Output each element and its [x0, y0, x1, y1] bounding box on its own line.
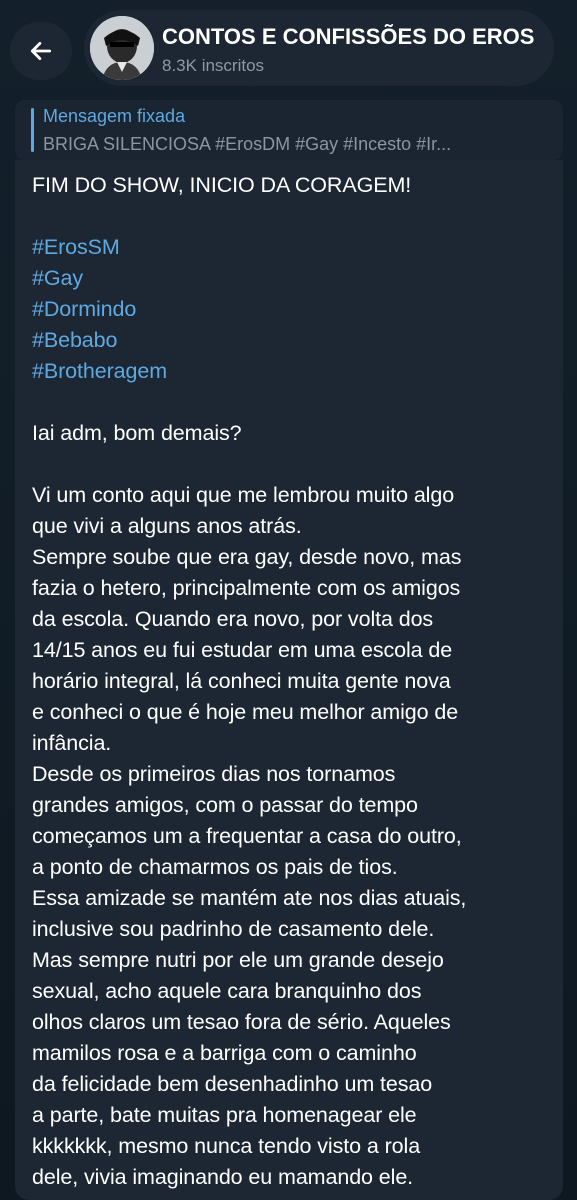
message-body-line: grandes amigos, com o passar do tempo — [32, 793, 418, 817]
message-body-line: kkkkkkk, mesmo nunca tendo visto a rola — [32, 1134, 421, 1158]
message-body-line: mamilos rosa e a barriga com o caminho — [32, 1041, 417, 1065]
message-body-line: infância. — [32, 731, 112, 755]
arrow-left-icon — [30, 42, 52, 60]
hashtag-link[interactable]: #Dormindo — [32, 294, 552, 325]
pinned-message-bar[interactable]: Mensagem fixada BRIGA SILENCIOSA #ErosDM… — [15, 100, 563, 160]
channel-avatar[interactable] — [90, 16, 154, 80]
hashtag-link[interactable]: #Brotheragem — [32, 356, 552, 387]
message-body-line: sexual, acho aquele cara branquinho dos — [32, 979, 422, 1003]
message-body-line: fazia o hetero, principalmente com os am… — [32, 576, 461, 600]
pinned-indicator — [31, 108, 34, 152]
pinned-title: Mensagem fixada — [43, 106, 186, 126]
message-body-line: da escola. Quando era novo, por volta do… — [32, 607, 434, 631]
message-body-line: Desde os primeiros dias nos tornamos — [32, 762, 396, 786]
message-text: FIM DO SHOW, INICIO DA CORAGEM! #ErosSM … — [32, 170, 552, 1193]
message-body-line: Vi um conto aqui que me lembrou muito al… — [32, 483, 455, 507]
message-body-line: horário integral, lá conheci muita gente… — [32, 669, 451, 693]
hashtag-link[interactable]: #Gay — [32, 263, 552, 294]
message-body-line: Essa amizade se mantém ate nos dias atua… — [32, 886, 467, 910]
channel-title: CONTOS E CONFISSÕES DO EROS — [162, 24, 535, 49]
message-headline: FIM DO SHOW, INICIO DA CORAGEM! — [32, 173, 412, 197]
message-body-line: a parte, bate muitas pra homenagear ele — [32, 1103, 417, 1127]
message-body-line: Mas sempre nutri por ele um grande desej… — [32, 948, 444, 972]
channel-info-button[interactable]: CONTOS E CONFISSÕES DO EROS 8.3K inscrit… — [84, 10, 554, 86]
back-button[interactable] — [10, 22, 72, 80]
message-body-line: dele, vivia imaginando eu mamando ele. — [32, 1165, 414, 1189]
message-greeting: Iai adm, bom demais? — [32, 421, 242, 445]
hashtag-link[interactable]: #ErosSM — [32, 232, 552, 263]
message-body-line: olhos claros um tesao fora de sério. Aqu… — [32, 1010, 451, 1034]
hashtag-link[interactable]: #Bebabo — [32, 325, 552, 356]
message-body-line: inclusive sou padrinho de casamento dele… — [32, 917, 435, 941]
pinned-preview: BRIGA SILENCIOSA #ErosDM #Gay #Incesto #… — [43, 134, 452, 154]
subscriber-count: 8.3K inscritos — [162, 56, 265, 75]
message-body-line: a ponto de chamarmos os pais de tios. — [32, 855, 398, 879]
message-body-line: 14/15 anos eu fui estudar em uma escola … — [32, 638, 453, 662]
message-body-line: que vivi a alguns anos atrás. — [32, 514, 302, 538]
chat-header: CONTOS E CONFISSÕES DO EROS 8.3K inscrit… — [0, 0, 577, 98]
message-body-line: e conheci o que é hoje meu melhor amigo … — [32, 700, 459, 724]
message-body-line: Sempre soube que era gay, desde novo, ma… — [32, 545, 462, 569]
message-body-line: começamos um a frequentar a casa do outr… — [32, 824, 462, 848]
message-body-line: da felicidade bem desenhadinho um tesao — [32, 1072, 433, 1096]
